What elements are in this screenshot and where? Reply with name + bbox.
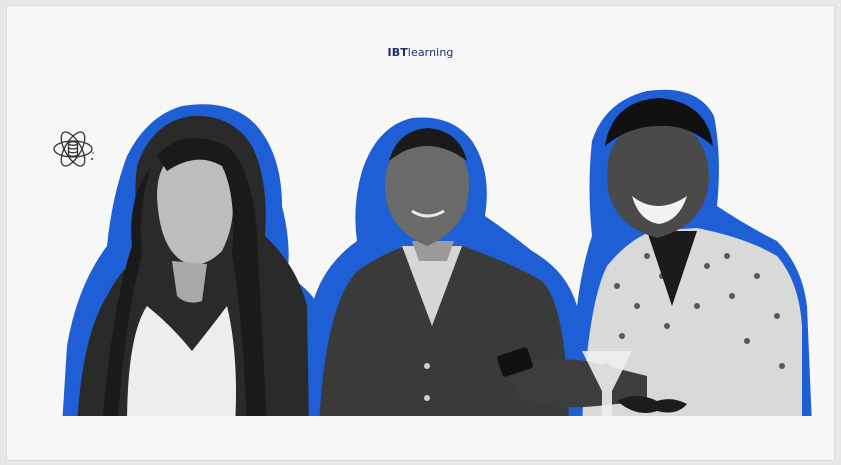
- hero-illustration: [62, 89, 812, 416]
- page-frame: IBTlearning: [6, 5, 835, 461]
